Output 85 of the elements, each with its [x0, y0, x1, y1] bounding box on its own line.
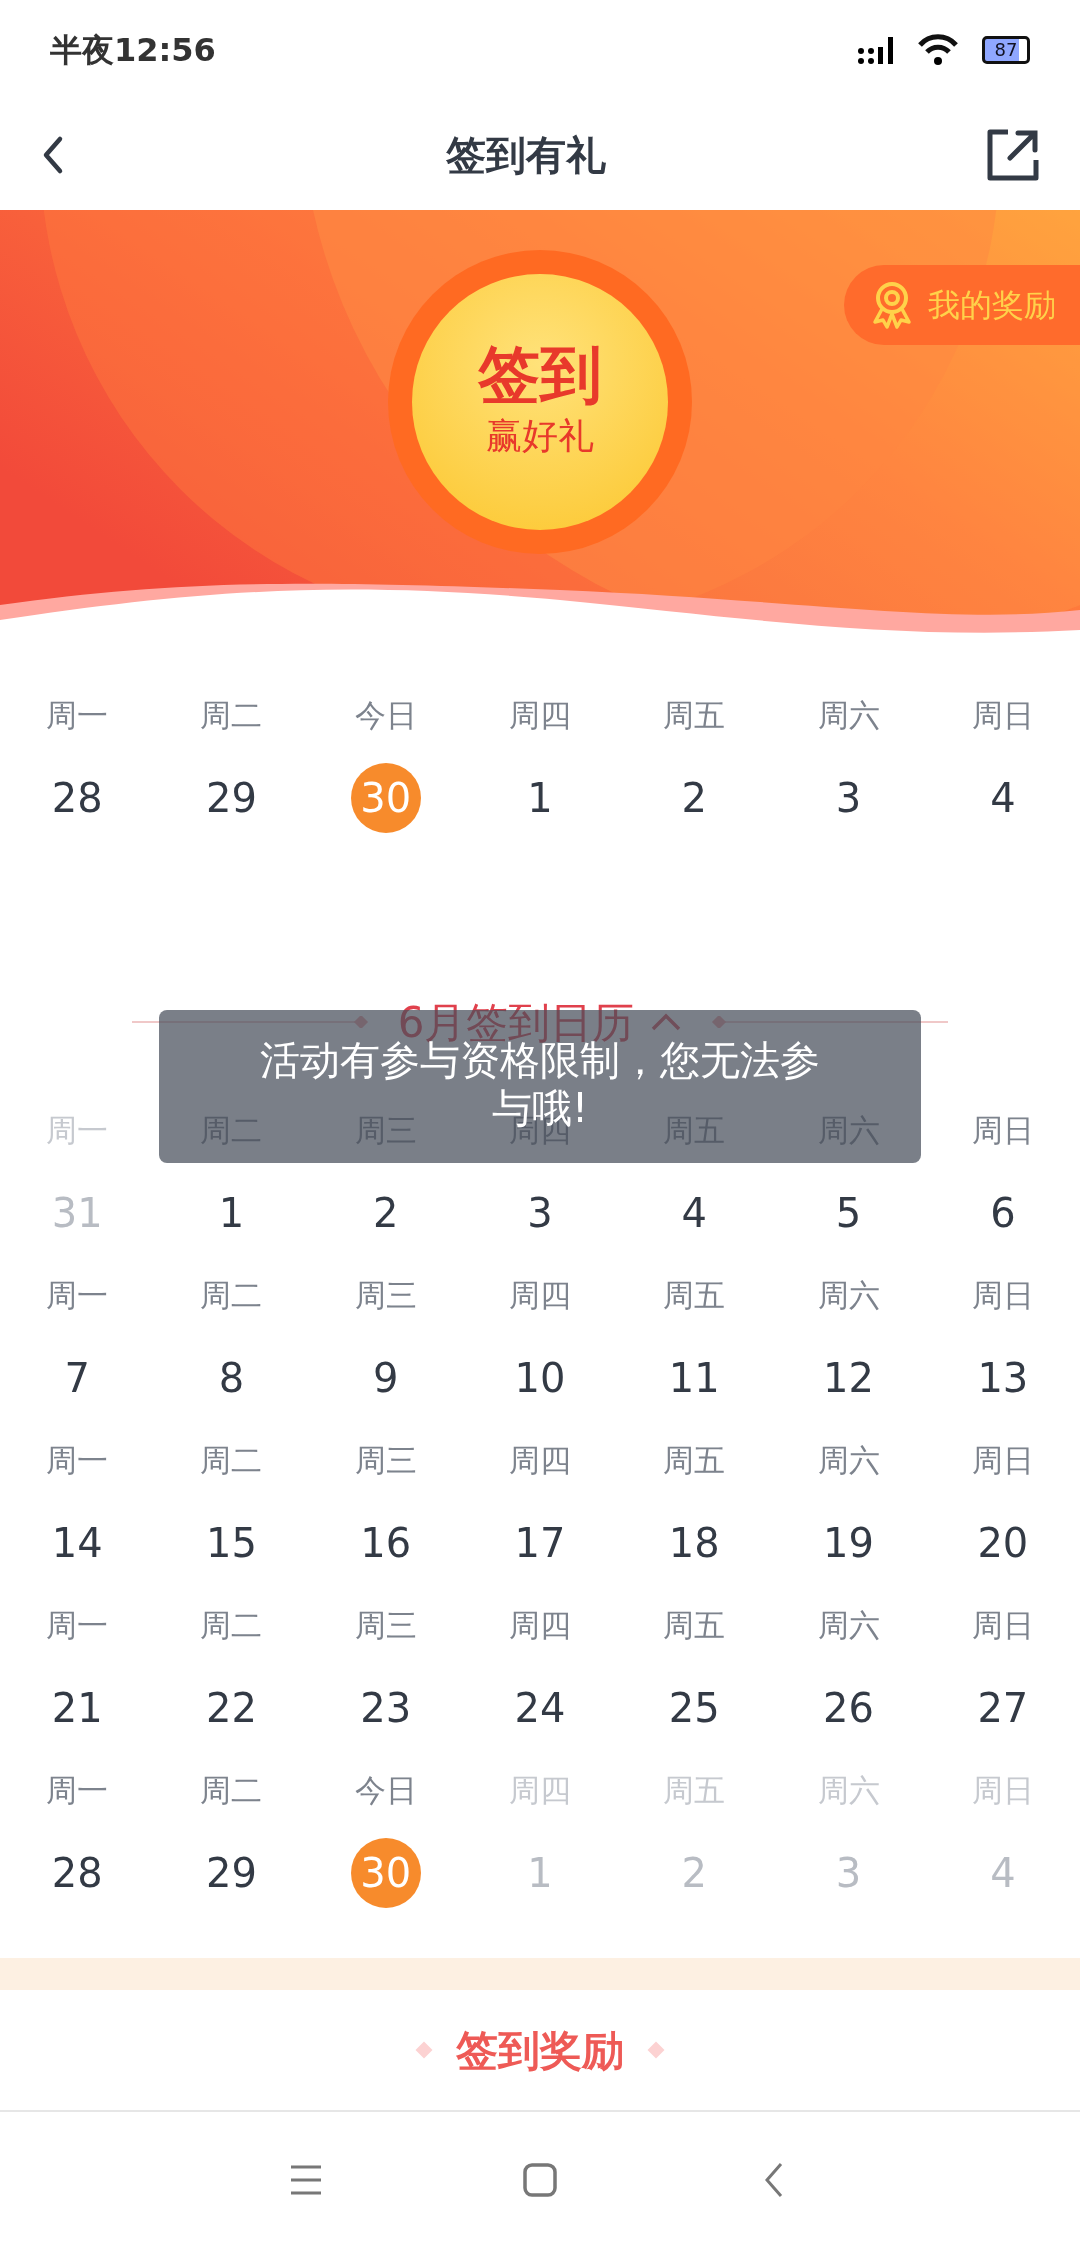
calendar-date[interactable]: 27	[977, 1687, 1029, 1728]
weekday-label: 周五	[663, 697, 726, 733]
calendar-date[interactable]: 24	[514, 1687, 566, 1728]
weekday-label: 周六	[817, 1772, 880, 1808]
weekday-label: 周三	[354, 1607, 417, 1643]
weekday-label: 周六	[817, 1442, 880, 1478]
battery-level: 87	[982, 36, 1030, 64]
calendar-date[interactable]: 1	[218, 1192, 245, 1233]
calendar-date[interactable]: 10	[514, 1357, 566, 1398]
calendar-date[interactable]: 9	[372, 1357, 399, 1398]
weekday-label: 周日	[971, 1607, 1034, 1643]
weekday-label: 周日	[971, 1112, 1034, 1148]
weekday-label: 周四	[509, 1442, 571, 1478]
calendar-date[interactable]: 20	[977, 1522, 1029, 1563]
calendar-date[interactable]: 6	[990, 1192, 1016, 1233]
calendar-date[interactable]: 8	[218, 1357, 245, 1398]
wifi-icon	[918, 34, 958, 66]
weekday-label: 周六	[817, 1277, 880, 1313]
calendar-date[interactable]: 3	[527, 1192, 553, 1233]
share-button[interactable]	[986, 128, 1040, 182]
calendar-date[interactable]: 3	[835, 777, 862, 818]
calendar-date[interactable]: 28	[51, 1852, 103, 1893]
back-nav-button[interactable]	[763, 2162, 785, 2198]
weekday-label: 周四	[509, 697, 571, 733]
menu-button[interactable]	[289, 2164, 323, 2196]
weekday-label: 周日	[971, 1772, 1034, 1808]
calendar-date[interactable]: 15	[205, 1522, 257, 1563]
weekday-label: 今日	[354, 1772, 417, 1808]
weekday-label: 周五	[663, 1772, 726, 1808]
weekday-label: 周一	[46, 1772, 109, 1808]
section-title: 签到奖励	[456, 2024, 624, 2077]
calendar-date[interactable]: 2	[681, 777, 707, 818]
weekday-label: 周三	[354, 1442, 417, 1478]
home-button[interactable]	[523, 2163, 557, 2197]
calendar-date[interactable]: 1	[527, 777, 553, 818]
weekday-label: 周二	[200, 1772, 263, 1808]
weekday-label: 周一	[46, 1442, 109, 1478]
calendar-date[interactable]: 19	[823, 1522, 874, 1563]
badge-subtitle: 赢好礼	[486, 414, 594, 459]
weekday-label: 周日	[971, 1442, 1034, 1478]
weekday-label: 周二	[200, 1607, 263, 1643]
signal-icon	[858, 35, 894, 65]
calendar-date[interactable]: 4	[681, 1192, 707, 1233]
weekday-label: 周四	[509, 1607, 571, 1643]
weekday-label: 周四	[509, 1772, 571, 1808]
page-title: 签到有礼	[446, 131, 606, 180]
weekday-label: 周二	[200, 1442, 263, 1478]
calendar-date[interactable]: 17	[514, 1522, 566, 1563]
weekday-label: 周日	[971, 697, 1034, 733]
weekday-label: 周五	[663, 1442, 726, 1478]
medal-icon	[870, 280, 914, 330]
calendar-date[interactable]: 28	[51, 777, 103, 818]
calendar-date[interactable]: 5	[835, 1192, 862, 1233]
calendar-date[interactable]: 23	[360, 1687, 412, 1728]
weekday-label: 周四	[509, 1277, 571, 1313]
weekday-label: 周六	[817, 1607, 880, 1643]
calendar-date[interactable]: 29	[205, 1852, 257, 1893]
weekday-label: 周五	[663, 1607, 726, 1643]
calendar-date[interactable]: 14	[51, 1522, 103, 1563]
weekday-label: 周六	[817, 697, 880, 733]
badge-title: 签到	[478, 340, 602, 410]
calendar-date[interactable]: 2	[372, 1192, 399, 1233]
calendar-date[interactable]: 18	[668, 1522, 720, 1563]
calendar-date[interactable]: 26	[823, 1687, 874, 1728]
weekday-label: 周一	[46, 697, 109, 733]
weekday-label: 周一	[46, 1277, 109, 1313]
calendar-date[interactable]: 22	[205, 1687, 257, 1728]
calendar-date[interactable]: 4	[990, 777, 1016, 818]
weekday-label: 周日	[971, 1277, 1034, 1313]
weekday-label: 周二	[200, 1277, 263, 1313]
weekday-label: 周二	[200, 697, 263, 733]
status-time: 半夜12:56	[50, 30, 216, 71]
weekday-label: 周一	[46, 1112, 109, 1148]
calendar-date[interactable]: 25	[668, 1687, 720, 1728]
calendar-date[interactable]: 21	[51, 1687, 103, 1728]
calendar-date[interactable]: 29	[205, 777, 257, 818]
calendar-date[interactable]: 11	[668, 1357, 720, 1398]
weekday-label: 周一	[46, 1607, 109, 1643]
weekday-label: 周三	[354, 1277, 417, 1313]
calendar-date[interactable]: 13	[977, 1357, 1029, 1398]
weekday-label: 今日	[354, 697, 417, 733]
calendar-date[interactable]: 16	[360, 1522, 412, 1563]
calendar-date[interactable]: 7	[64, 1357, 90, 1398]
calendar-date[interactable]: 12	[823, 1357, 874, 1398]
weekday-label: 周五	[663, 1277, 726, 1313]
